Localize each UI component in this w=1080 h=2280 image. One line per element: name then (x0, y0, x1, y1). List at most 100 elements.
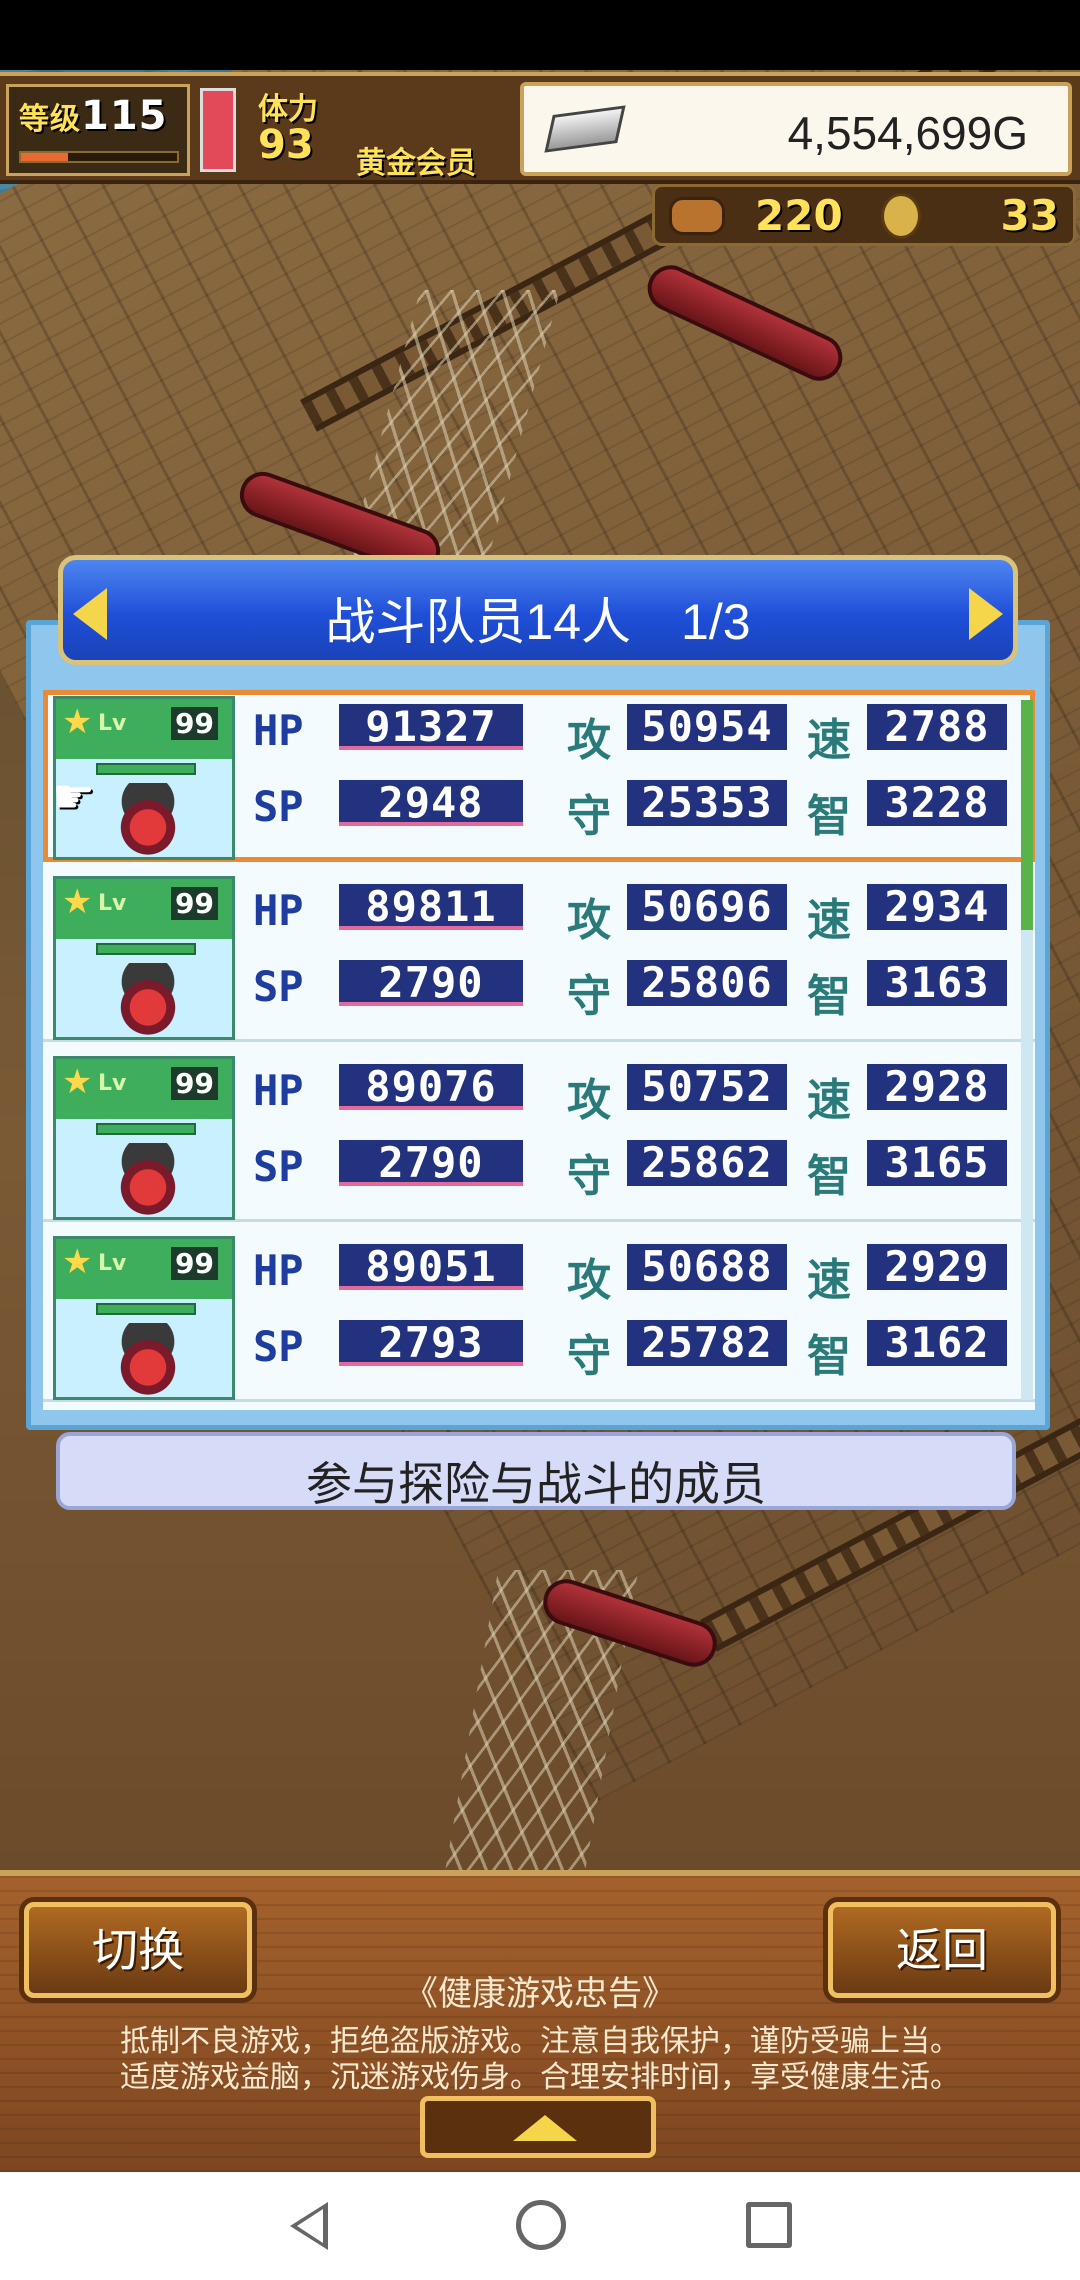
atk-value: 50696 (627, 884, 787, 930)
member-row[interactable]: ★ Lv 99 ☛ HP 91327 攻 50954 速 2788 SP 294… (43, 690, 1035, 862)
member-hp-mini-bar (96, 763, 196, 775)
def-value: 25353 (627, 780, 787, 826)
system-back-icon[interactable] (290, 2202, 328, 2250)
member-hp-mini-bar (96, 943, 196, 955)
system-recents-icon[interactable] (746, 2202, 792, 2248)
expand-menu-button[interactable] (420, 2096, 656, 2158)
int-value: 3163 (867, 960, 1007, 1006)
medal-coin-icon (881, 193, 921, 239)
def-value: 25862 (627, 1140, 787, 1186)
silver-ingot-icon (544, 105, 626, 153)
int-value: 3228 (867, 780, 1007, 826)
int-value: 3165 (867, 1140, 1007, 1186)
scroll-thumb[interactable] (1021, 700, 1033, 930)
spd-label: 速 (807, 1255, 851, 1306)
health-notice-line: 适度游戏益脑，沉迷游戏伤身。合理安排时间，享受健康生活。 (120, 2061, 960, 2094)
lv-value: 99 (171, 1067, 218, 1100)
system-home-icon[interactable] (516, 2200, 566, 2250)
atk-value: 50688 (627, 1244, 787, 1290)
spd-label: 速 (807, 715, 851, 766)
sp-label: SP (253, 1142, 304, 1191)
lv-label: Lv (98, 711, 127, 736)
def-label: 守 (567, 971, 611, 1022)
hp-label: HP (253, 706, 304, 755)
sp-value: 2790 (339, 1140, 523, 1186)
hp-value: 89076 (339, 1064, 523, 1110)
atk-label: 攻 (567, 1255, 611, 1306)
portrait-header: ★ Lv 99 (56, 699, 232, 759)
status-bar (0, 0, 1080, 70)
health-notice-title: 《健康游戏忠告》 (404, 1975, 676, 2013)
hp-value: 89811 (339, 884, 523, 930)
top-hud: 等级115 体力 93 黄金会员 4,554,699G (0, 72, 1080, 184)
spd-label: 速 (807, 1075, 851, 1126)
int-label: 智 (807, 1151, 851, 1202)
int-label: 智 (807, 791, 851, 842)
member-portrait[interactable]: ★ Lv 99 (53, 1056, 235, 1220)
member-row[interactable]: ★ Lv 99 HP 89811 攻 50696 速 2934 SP 2790 … (43, 870, 1035, 1042)
bottom-bar: 切换 返回 《健康游戏忠告》 抵制不良游戏，拒绝盗版游戏。注意自我保护，谨防受骗… (0, 1870, 1080, 2172)
gold-value: 4,554,699G (787, 107, 1028, 159)
list-scrollbar[interactable] (1021, 700, 1033, 1400)
treasure-count: 220 (755, 191, 843, 240)
atk-label: 攻 (567, 1075, 611, 1126)
panel-header: 战斗队员14人 1/3 (58, 555, 1018, 665)
gold-member-badge: 黄金会员 (356, 146, 476, 181)
character-sprite-icon (108, 1143, 188, 1217)
def-label: 守 (567, 791, 611, 842)
player-level-box: 等级115 (6, 84, 190, 176)
member-portrait[interactable]: ★ Lv 99 ☛ (52, 696, 235, 860)
spd-value: 2934 (867, 884, 1007, 930)
sp-value: 2793 (339, 1320, 523, 1366)
caption-text: 参与探险与战斗的成员 (306, 1458, 766, 1510)
character-sprite-icon (108, 963, 188, 1037)
lv-label: Lv (98, 891, 127, 916)
int-value: 3162 (867, 1320, 1007, 1366)
star-icon: ★ (62, 1242, 93, 1282)
member-row[interactable]: ★ Lv 99 HP 89076 攻 50752 速 2928 SP 2790 … (43, 1050, 1035, 1222)
party-panel: ★ Lv 99 ☛ HP 91327 攻 50954 速 2788 SP 294… (26, 620, 1050, 1430)
sp-label: SP (253, 1322, 304, 1371)
next-page-arrow-icon[interactable] (969, 588, 1003, 640)
atk-label: 攻 (567, 895, 611, 946)
spd-value: 2788 (867, 704, 1007, 750)
character-sprite-icon (108, 1323, 188, 1397)
stamina-value: 93 (258, 122, 314, 168)
sp-label: SP (253, 782, 304, 831)
exp-bar (19, 151, 179, 163)
atk-value: 50752 (627, 1064, 787, 1110)
def-value: 25806 (627, 960, 787, 1006)
hp-label: HP (253, 1246, 304, 1295)
portrait-header: ★ Lv 99 (56, 879, 232, 939)
member-portrait[interactable]: ★ Lv 99 (53, 1236, 235, 1400)
member-hp-mini-bar (96, 1303, 196, 1315)
hp-value: 89051 (339, 1244, 523, 1290)
stamina-gauge (200, 88, 236, 172)
member-portrait[interactable]: ★ Lv 99 (53, 876, 235, 1040)
gold-display[interactable]: 4,554,699G (520, 82, 1072, 176)
spd-label: 速 (807, 895, 851, 946)
level-label: 等级 (19, 102, 81, 137)
member-list[interactable]: ★ Lv 99 ☛ HP 91327 攻 50954 速 2788 SP 294… (43, 690, 1035, 1410)
def-label: 守 (567, 1331, 611, 1382)
atk-label: 攻 (567, 715, 611, 766)
lv-value: 99 (171, 887, 218, 920)
member-row[interactable]: ★ Lv 99 HP 89051 攻 50688 速 2929 SP 2793 … (43, 1230, 1035, 1402)
sp-label: SP (253, 962, 304, 1011)
hp-value: 91327 (339, 704, 523, 750)
def-label: 守 (567, 1151, 611, 1202)
pointing-hand-icon: ☛ (52, 769, 96, 825)
int-label: 智 (807, 971, 851, 1022)
panel-title: 战斗队员14人 1/3 (325, 594, 751, 650)
panel-caption: 参与探险与战斗的成员 (56, 1432, 1016, 1510)
atk-value: 50954 (627, 704, 787, 750)
sp-value: 2948 (339, 780, 523, 826)
spd-value: 2928 (867, 1064, 1007, 1110)
member-hp-mini-bar (96, 1123, 196, 1135)
lv-label: Lv (98, 1251, 127, 1276)
hp-label: HP (253, 886, 304, 935)
currency-bar[interactable]: 220 33 (652, 184, 1076, 246)
def-value: 25782 (627, 1320, 787, 1366)
treasure-icon (669, 197, 725, 235)
medal-count: 33 (1000, 191, 1059, 240)
